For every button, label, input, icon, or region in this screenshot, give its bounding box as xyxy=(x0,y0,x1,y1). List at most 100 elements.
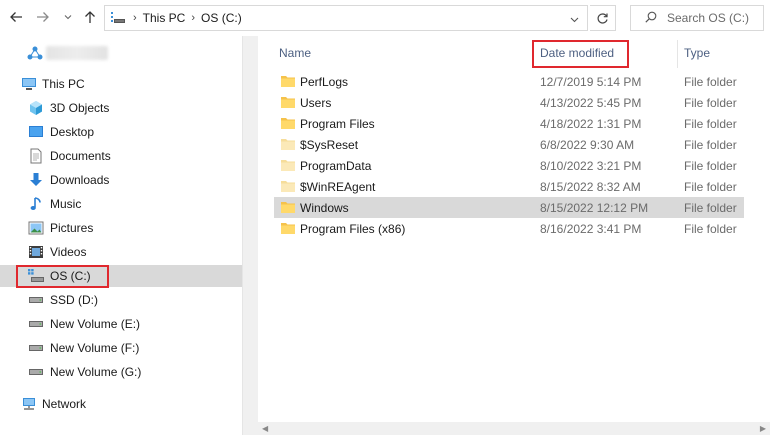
column-divider[interactable] xyxy=(677,40,678,68)
drive-icon xyxy=(27,339,45,357)
nav-item-downloads[interactable]: Downloads xyxy=(0,169,242,191)
search-input[interactable] xyxy=(667,11,757,25)
folder-icon xyxy=(281,97,295,108)
navigation-pane: This PC 3D Objects Desktop Documents Dow… xyxy=(0,36,242,435)
file-name: Users xyxy=(300,96,332,110)
search-box[interactable] xyxy=(630,5,764,31)
nav-label: Desktop xyxy=(50,125,95,139)
column-header-name[interactable]: Name xyxy=(279,42,311,64)
file-type: File folder xyxy=(684,138,737,152)
file-type: File folder xyxy=(684,180,737,194)
3d-objects-icon xyxy=(27,99,45,117)
nav-item-videos[interactable]: Videos xyxy=(0,241,242,263)
address-history-button[interactable] xyxy=(570,12,579,26)
music-icon xyxy=(27,195,45,213)
file-name: PerfLogs xyxy=(300,75,349,89)
drive-icon xyxy=(27,363,45,381)
hidden-folder-icon xyxy=(281,160,295,171)
file-date: 6/8/2022 9:30 AM xyxy=(540,138,635,152)
file-name: $WinREAgent xyxy=(300,180,376,194)
folder-icon xyxy=(281,118,295,129)
downloads-icon xyxy=(27,171,45,189)
nav-item-network[interactable]: Network xyxy=(0,393,242,415)
breadcrumb-separator[interactable]: › xyxy=(191,12,195,24)
file-row-programdata[interactable]: ProgramData 8/10/2022 3:21 PM File folde… xyxy=(274,155,744,176)
nav-item-onedrive[interactable] xyxy=(0,42,242,64)
file-row-users[interactable]: Users 4/13/2022 5:45 PM File folder xyxy=(274,92,744,113)
file-date: 8/10/2022 3:21 PM xyxy=(540,159,642,173)
breadcrumb-this-pc[interactable]: This PC xyxy=(143,11,186,25)
onedrive-icon xyxy=(26,44,44,62)
nav-label: This PC xyxy=(42,77,85,91)
os-drive-icon xyxy=(27,267,45,285)
folder-icon xyxy=(281,223,295,234)
nav-label: Pictures xyxy=(50,221,94,235)
nav-item-new-volume-e[interactable]: New Volume (E:) xyxy=(0,313,242,335)
this-pc-icon xyxy=(111,10,127,26)
file-date: 4/18/2022 1:31 PM xyxy=(540,117,642,131)
file-name: Program Files (x86) xyxy=(300,222,406,236)
up-button[interactable] xyxy=(80,6,100,28)
nav-item-music[interactable]: Music xyxy=(0,193,242,215)
nav-item-3d-objects[interactable]: 3D Objects xyxy=(0,97,242,119)
file-name: Windows xyxy=(300,201,349,215)
breadcrumb-os-c[interactable]: OS (C:) xyxy=(201,11,242,25)
refresh-icon xyxy=(597,12,608,24)
column-header-type[interactable]: Type xyxy=(684,42,710,64)
file-name: $SysReset xyxy=(300,138,359,152)
nav-item-ssd-d[interactable]: SSD (D:) xyxy=(0,289,242,311)
file-row-windows[interactable]: Windows 8/15/2022 12:12 PM File folder xyxy=(274,197,744,218)
file-name: Program Files xyxy=(300,117,375,131)
nav-label: SSD (D:) xyxy=(50,293,98,307)
forward-button[interactable] xyxy=(33,6,53,28)
nav-label: Music xyxy=(50,197,82,211)
nav-item-new-volume-f[interactable]: New Volume (F:) xyxy=(0,337,242,359)
column-header-date-modified[interactable]: Date modified xyxy=(540,42,614,64)
address-bar[interactable]: › This PC › OS (C:) xyxy=(104,5,588,31)
file-row-winreagent[interactable]: $WinREAgent 8/15/2022 8:32 AM File folde… xyxy=(274,176,744,197)
column-divider[interactable] xyxy=(532,40,533,68)
file-type: File folder xyxy=(684,96,737,110)
nav-label: New Volume (F:) xyxy=(50,341,140,355)
file-type: File folder xyxy=(684,75,737,89)
nav-item-pictures[interactable]: Pictures xyxy=(0,217,242,239)
file-row-program-files[interactable]: Program Files 4/18/2022 1:31 PM File fol… xyxy=(274,113,744,134)
file-type: File folder xyxy=(684,222,737,236)
file-row-program-files-x86[interactable]: Program Files (x86) 8/16/2022 3:41 PM Fi… xyxy=(274,218,744,239)
nav-label: Downloads xyxy=(50,173,110,187)
file-type: File folder xyxy=(684,159,737,173)
nav-label: New Volume (E:) xyxy=(50,317,141,331)
file-row-sysreset[interactable]: $SysReset 6/8/2022 9:30 AM File folder xyxy=(274,134,744,155)
nav-item-desktop[interactable]: Desktop xyxy=(0,121,242,143)
refresh-button[interactable] xyxy=(590,5,616,31)
folder-icon xyxy=(281,76,295,87)
nav-item-this-pc[interactable]: This PC xyxy=(0,73,242,95)
file-list: Name Date modified Type PerfLogs 12/7/20… xyxy=(258,36,770,435)
file-name: ProgramData xyxy=(300,159,372,173)
file-row-perflogs[interactable]: PerfLogs 12/7/2019 5:14 PM File folder xyxy=(274,71,744,92)
nav-label: 3D Objects xyxy=(50,101,110,115)
back-button[interactable] xyxy=(6,6,26,28)
nav-item-os-c[interactable]: OS (C:) xyxy=(0,265,242,287)
pictures-icon xyxy=(27,219,45,237)
scroll-left-icon[interactable]: ◀ xyxy=(262,424,268,433)
scroll-right-icon[interactable]: ▶ xyxy=(760,424,766,433)
recent-locations-button[interactable] xyxy=(60,6,76,28)
search-icon xyxy=(645,11,657,26)
horizontal-scrollbar[interactable]: ◀ ▶ xyxy=(258,422,770,435)
hidden-folder-icon xyxy=(281,181,295,192)
file-date: 8/16/2022 3:41 PM xyxy=(540,222,642,236)
documents-icon xyxy=(27,147,45,165)
account-name-blurred xyxy=(46,46,108,60)
navigation-scrollbar[interactable] xyxy=(242,36,258,435)
network-icon xyxy=(20,395,38,413)
videos-icon xyxy=(27,243,45,261)
arrow-up-icon xyxy=(85,11,95,23)
scrollbar-thumb[interactable] xyxy=(246,42,255,422)
file-date: 8/15/2022 12:12 PM xyxy=(540,201,649,215)
nav-item-documents[interactable]: Documents xyxy=(0,145,242,167)
breadcrumb-separator[interactable]: › xyxy=(133,12,137,24)
file-date: 4/13/2022 5:45 PM xyxy=(540,96,642,110)
nav-item-new-volume-g[interactable]: New Volume (G:) xyxy=(0,361,242,383)
desktop-icon xyxy=(27,123,45,141)
